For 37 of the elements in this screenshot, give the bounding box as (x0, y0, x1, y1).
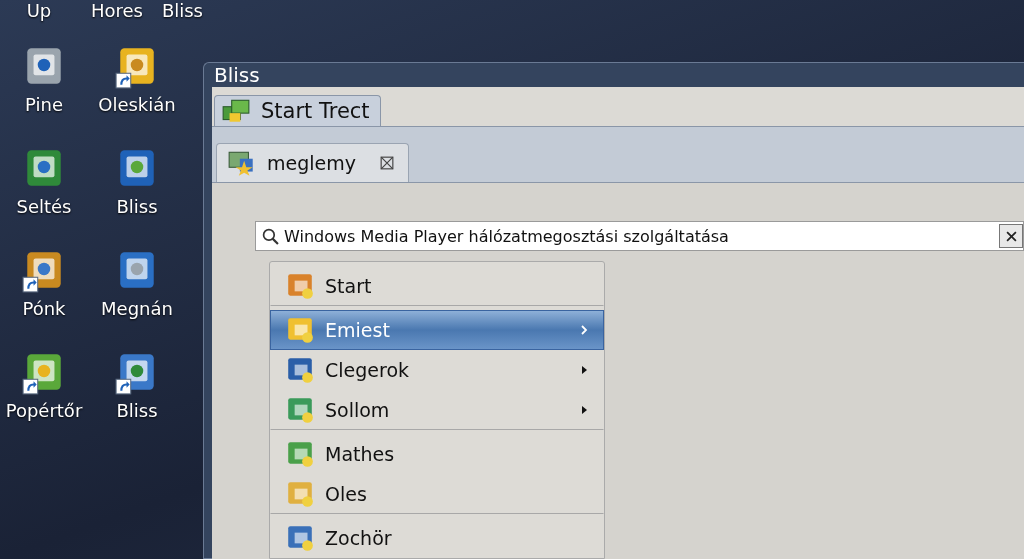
submenu-arrow-icon (579, 364, 589, 376)
menu-item[interactable]: Start (270, 266, 604, 306)
menu-item-icon (285, 315, 315, 345)
menu-item[interactable]: Sollom (270, 390, 604, 430)
windows-icon (221, 98, 251, 124)
menu-item-icon (285, 271, 315, 301)
menu-item-icon (285, 355, 315, 385)
desktop-icon-label: Seltés (16, 196, 72, 217)
menu-item[interactable]: Zochör (270, 518, 604, 558)
menu-item[interactable]: Oles (270, 474, 604, 514)
desktop-icon-label: Up (25, 0, 53, 22)
tab[interactable]: meglemy (216, 143, 409, 182)
desktop-icon-label: Hores (89, 0, 144, 22)
menu-item-icon (285, 439, 315, 469)
menu-item[interactable]: Clegerok (270, 350, 604, 390)
desktop-icon-label: Pónk (22, 298, 66, 319)
window-title: Bliss (214, 63, 260, 87)
close-icon[interactable] (380, 156, 394, 170)
menu-item-icon (285, 395, 315, 425)
tab[interactable]: Start Trect (214, 95, 381, 126)
desktop-icon-label: Bliss (116, 196, 158, 217)
menu-item[interactable]: Mathes (270, 434, 604, 474)
menu-item[interactable]: Emiest (270, 310, 604, 350)
menu-item-icon (285, 523, 315, 553)
clear-button[interactable] (999, 224, 1023, 248)
desktop-icon-label: Bliss (116, 400, 158, 421)
submenu-arrow-icon (579, 404, 589, 416)
desktop-icon-label: Popértőr (5, 400, 83, 421)
search-icon (262, 227, 279, 245)
chevron-right-icon (579, 324, 589, 336)
desktop-icon-label: Bliss (161, 0, 203, 22)
menu-item-icon (285, 479, 315, 509)
search-field[interactable]: Windows Media Player hálózatmegosztási szolgáltatása (255, 221, 1024, 251)
desktop-icon-label: Megnán (101, 298, 173, 319)
close-icon (1005, 230, 1017, 242)
desktop-icon-label: Pine (25, 94, 63, 115)
desktop-icon-label: Oleskián (98, 94, 176, 115)
